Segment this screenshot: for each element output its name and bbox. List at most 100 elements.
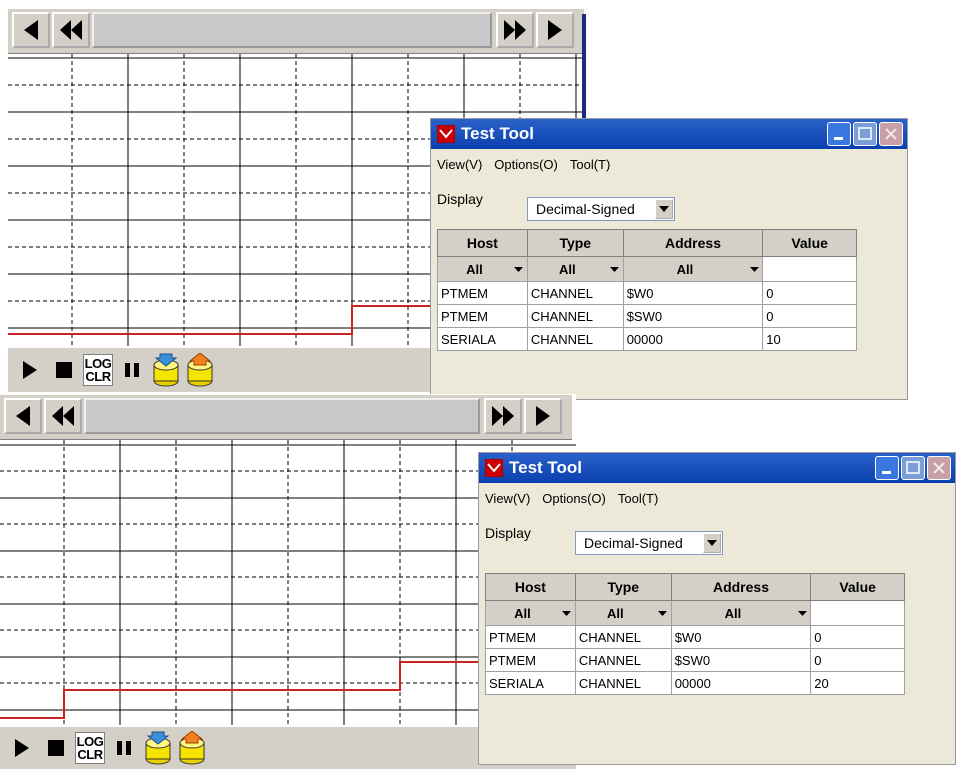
column-header-type[interactable]: Type (526, 229, 624, 257)
stop-button[interactable] (50, 352, 78, 388)
cell-address[interactable]: 00000 (670, 671, 812, 695)
display-label: Display (485, 525, 531, 541)
column-header-address[interactable]: Address (670, 573, 812, 601)
title-bar[interactable]: Test Tool (479, 453, 955, 483)
maximize-button[interactable] (901, 456, 925, 480)
cell-host[interactable]: PTMEM (437, 304, 528, 328)
cell-address[interactable]: $SW0 (622, 304, 764, 328)
cell-address[interactable]: $SW0 (670, 648, 812, 672)
menu-options[interactable]: Options(O) (542, 491, 606, 506)
scroll-left-button[interactable] (4, 398, 42, 434)
fast-rewind-button[interactable] (52, 12, 90, 48)
cell-address[interactable]: $W0 (622, 281, 764, 305)
display-label: Display (437, 191, 483, 207)
cell-host[interactable]: PTMEM (485, 625, 576, 649)
load-button[interactable] (152, 352, 180, 388)
cell-type[interactable]: CHANNEL (574, 671, 672, 695)
chevron-down-icon[interactable] (746, 260, 762, 278)
cell-host[interactable]: SERIALA (437, 327, 528, 351)
cell-value[interactable]: 0 (762, 304, 857, 328)
cell-host[interactable]: PTMEM (437, 281, 528, 305)
type-filter[interactable]: All (574, 600, 672, 626)
save-button[interactable] (178, 730, 206, 766)
chevron-down-icon[interactable] (655, 199, 673, 219)
cell-value[interactable]: 0 (810, 625, 905, 649)
cell-value[interactable]: 0 (810, 648, 905, 672)
close-icon (885, 128, 897, 140)
save-button[interactable] (186, 352, 214, 388)
maximize-button[interactable] (853, 122, 877, 146)
scroll-track[interactable] (92, 12, 492, 48)
cell-host[interactable]: PTMEM (485, 648, 576, 672)
column-header-address[interactable]: Address (622, 229, 764, 257)
menu-tool[interactable]: Tool(T) (570, 157, 610, 172)
cell-address[interactable]: $W0 (670, 625, 812, 649)
table-row[interactable]: PTMEM CHANNEL $W0 0 (485, 625, 905, 649)
type-filter[interactable]: All (526, 256, 624, 282)
chevron-down-icon[interactable] (607, 260, 623, 278)
play-button[interactable] (8, 730, 36, 766)
menu-options[interactable]: Options(O) (494, 157, 558, 172)
close-button[interactable] (927, 456, 951, 480)
cell-type[interactable]: CHANNEL (526, 327, 624, 351)
cell-address[interactable]: 00000 (622, 327, 764, 351)
address-filter[interactable]: All (670, 600, 812, 626)
cell-value[interactable]: 0 (762, 281, 857, 305)
cell-type[interactable]: CHANNEL (574, 648, 672, 672)
minimize-button[interactable] (827, 122, 851, 146)
fast-rewind-button[interactable] (44, 398, 82, 434)
table-row[interactable]: SERIALA CHANNEL 00000 20 (485, 671, 905, 695)
scroll-right-button[interactable] (536, 12, 574, 48)
load-button[interactable] (144, 730, 172, 766)
chevron-down-icon[interactable] (655, 604, 671, 622)
display-format-select[interactable]: Decimal-Signed (575, 531, 723, 555)
variable-table: Host Type Address Value All All All PTME… (485, 573, 905, 695)
chevron-down-icon[interactable] (559, 604, 575, 622)
scroll-right-button[interactable] (524, 398, 562, 434)
time-scrollbar[interactable] (0, 394, 572, 440)
column-header-value[interactable]: Value (762, 229, 857, 257)
stop-button[interactable] (42, 730, 70, 766)
menu-view[interactable]: View(V) (437, 157, 482, 172)
address-filter[interactable]: All (622, 256, 764, 282)
play-button[interactable] (16, 352, 44, 388)
menu-bar: View(V) Options(O) Tool(T) (485, 491, 658, 506)
scroll-left-button[interactable] (12, 12, 50, 48)
fast-rewind-icon (52, 406, 74, 426)
chevron-down-icon[interactable] (703, 533, 721, 553)
table-row[interactable]: SERIALA CHANNEL 00000 10 (437, 327, 857, 351)
fast-forward-button[interactable] (484, 398, 522, 434)
menu-tool[interactable]: Tool(T) (618, 491, 658, 506)
column-header-host[interactable]: Host (485, 573, 576, 601)
cell-type[interactable]: CHANNEL (574, 625, 672, 649)
menu-view[interactable]: View(V) (485, 491, 530, 506)
chevron-down-icon[interactable] (511, 260, 527, 278)
chevron-down-icon[interactable] (794, 604, 810, 622)
cell-host[interactable]: SERIALA (485, 671, 576, 695)
close-button[interactable] (879, 122, 903, 146)
fast-forward-button[interactable] (496, 12, 534, 48)
cell-type[interactable]: CHANNEL (526, 281, 624, 305)
cell-value[interactable]: 20 (810, 671, 905, 695)
column-header-host[interactable]: Host (437, 229, 528, 257)
column-header-type[interactable]: Type (574, 573, 672, 601)
scroll-track[interactable] (84, 398, 480, 434)
minimize-button[interactable] (875, 456, 899, 480)
table-header-row: Host Type Address Value (437, 229, 857, 257)
table-row[interactable]: PTMEM CHANNEL $SW0 0 (437, 304, 857, 328)
play-icon (23, 361, 37, 379)
title-bar[interactable]: Test Tool (431, 119, 907, 149)
pause-button[interactable] (118, 352, 146, 388)
table-row[interactable]: PTMEM CHANNEL $W0 0 (437, 281, 857, 305)
display-format-select[interactable]: Decimal-Signed (527, 197, 675, 221)
time-scrollbar[interactable] (8, 8, 584, 54)
cell-type[interactable]: CHANNEL (526, 304, 624, 328)
column-header-value[interactable]: Value (810, 573, 905, 601)
table-row[interactable]: PTMEM CHANNEL $SW0 0 (485, 648, 905, 672)
host-filter[interactable]: All (485, 600, 576, 626)
cell-value[interactable]: 10 (762, 327, 857, 351)
log-clear-button[interactable]: LOG CLR (74, 730, 106, 766)
host-filter[interactable]: All (437, 256, 528, 282)
log-clear-button[interactable]: LOG CLR (82, 352, 114, 388)
pause-button[interactable] (110, 730, 138, 766)
